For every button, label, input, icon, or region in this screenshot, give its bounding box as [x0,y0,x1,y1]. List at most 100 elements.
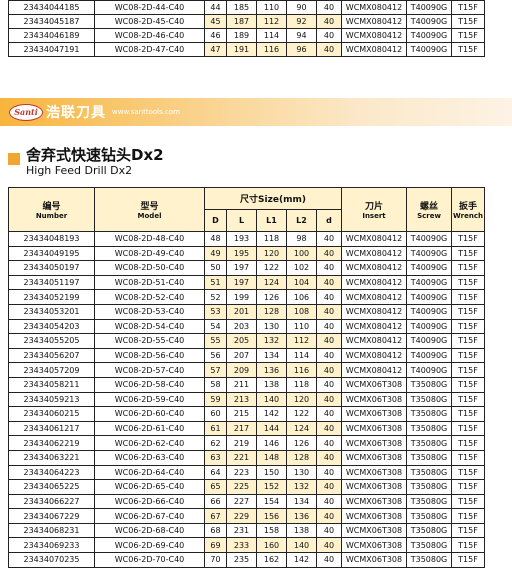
table-cell: WCMX080412 [341,28,407,43]
table-cell: 140 [256,391,287,408]
table-cell: 118 [256,231,287,247]
table-cell: WC08-2D-50-C40 [94,260,205,276]
table-cell: WCMX080412 [341,42,407,57]
table-row: 23434049195 WC08-2D-49-C40 49 195 120 100 40 WC… [8,245,485,262]
header-d: d [316,209,342,232]
table-cell: 40 [316,231,342,247]
table-cell: 40 [316,391,342,408]
table-cell: T40090G [406,274,452,291]
table-cell: 199 [226,289,257,305]
table-cell: WC06-2D-64-C40 [94,464,205,481]
table-cell: WC06-2D-61-C40 [94,420,205,437]
table-cell: 23434046189 [8,28,95,43]
table-cell: 126 [256,289,287,305]
table-cell: T40090G [406,42,452,57]
table-cell: 56 [204,347,227,364]
table-cell: 44 [204,0,227,15]
table-cell: 23434052199 [8,289,95,305]
table-cell: 132 [286,479,317,495]
table-cell: 40 [316,479,342,495]
table-cell: 148 [256,449,287,466]
table-cell: 124 [286,420,317,437]
table-cell: WC08-2D-54-C40 [94,318,205,335]
table-cell: 23434049195 [8,245,95,262]
header-insert: 刀片 Insert [341,187,407,232]
brand-banner: Santi 浩联刀具 www.santtools.com [0,98,512,126]
table-cell: 23434057209 [8,362,95,378]
table-cell: 132 [256,333,287,349]
table-cell: WCMX080412 [341,274,407,291]
table-cell: T15F [451,245,485,262]
table-cell: T15F [451,318,485,335]
brand-url: www.santtools.com [112,108,180,116]
table-cell: 112 [286,333,317,349]
table-cell: T15F [451,42,485,57]
table-cell: WCMX080412 [341,347,407,364]
table-cell: WCMX080412 [341,260,407,276]
table-cell: T15F [451,537,485,554]
table-cell: WC06-2D-68-C40 [94,522,205,539]
table-row: 23434064223 WC06-2D-64-C40 64 223 150 130 40 WC… [8,464,485,481]
table-cell: WC06-2D-60-C40 [94,406,205,422]
header-insert-en: Insert [362,212,386,220]
table-cell: 98 [286,231,317,247]
table-cell: 23434047191 [8,42,95,57]
table-row: 23434067229 WC06-2D-67-C40 67 229 156 136 40 WC… [8,508,485,524]
table-cell: 223 [226,464,257,481]
table-cell: 50 [204,260,227,276]
table-cell: 110 [286,318,317,335]
table-cell: T35080G [406,435,452,451]
header-wrench: 扳手 Wrench [451,187,485,232]
table-cell: WCMX080412 [341,289,407,305]
header-D: D [204,209,227,232]
table-cell: 136 [286,508,317,524]
table-cell: T15F [451,522,485,539]
brand-name: 浩联刀具 [46,105,106,121]
title-marker [8,153,20,165]
table-cell: WC08-2D-49-C40 [94,245,205,262]
table-cell: WCMX06T308 [341,406,407,422]
table-cell: 23434062219 [8,435,95,451]
table-cell: 213 [226,391,257,408]
table-cell: 40 [316,420,342,437]
table-cell: 58 [204,376,227,393]
table-cell: T15F [451,391,485,408]
table-cell: 23434044185 [8,0,95,15]
table-cell: 64 [204,464,227,481]
table-cell: 70 [204,552,227,568]
table-cell: 52 [204,289,227,305]
table-cell: 100 [286,245,317,262]
table-cell: 40 [316,522,342,539]
table-cell: T15F [451,449,485,466]
table-cell: 235 [226,552,257,568]
table-cell: 23434051197 [8,274,95,291]
table-cell: 40 [316,435,342,451]
table-cell: WCMX080412 [341,231,407,247]
table-cell: 189 [226,28,257,43]
table-cell: 142 [256,406,287,422]
table-cell: 46 [204,28,227,43]
table-cell: T35080G [406,552,452,568]
table-cell: T15F [451,362,485,378]
table-row: 23434045187 WC08-2D-45-C40 45 187 112 92 40 WCM… [8,14,485,29]
table-cell: 63 [204,449,227,466]
table-cell: T15F [451,479,485,495]
table-cell: T15F [451,347,485,364]
table-row: 23434044185 WC08-2D-44-C40 44 185 110 90 40 WCM… [8,0,485,15]
table-cell: 48 [204,231,227,247]
table-cell: 53 [204,303,227,320]
table-cell: 215 [226,406,257,422]
table-cell: WCMX06T308 [341,508,407,524]
table-cell: 40 [316,318,342,335]
table-cell: WC08-2D-51-C40 [94,274,205,291]
table-cell: WC08-2D-56-C40 [94,347,205,364]
table-cell: 160 [256,537,287,554]
table-cell: 118 [286,376,317,393]
header-wrench-en: Wrench [453,212,483,220]
table-cell: T40090G [406,245,452,262]
table-cell: 108 [286,303,317,320]
table-cell: 49 [204,245,227,262]
table-cell: 116 [256,42,287,57]
table-cell: WCMX080412 [341,0,407,15]
table-cell: WC08-2D-47-C40 [94,42,205,57]
